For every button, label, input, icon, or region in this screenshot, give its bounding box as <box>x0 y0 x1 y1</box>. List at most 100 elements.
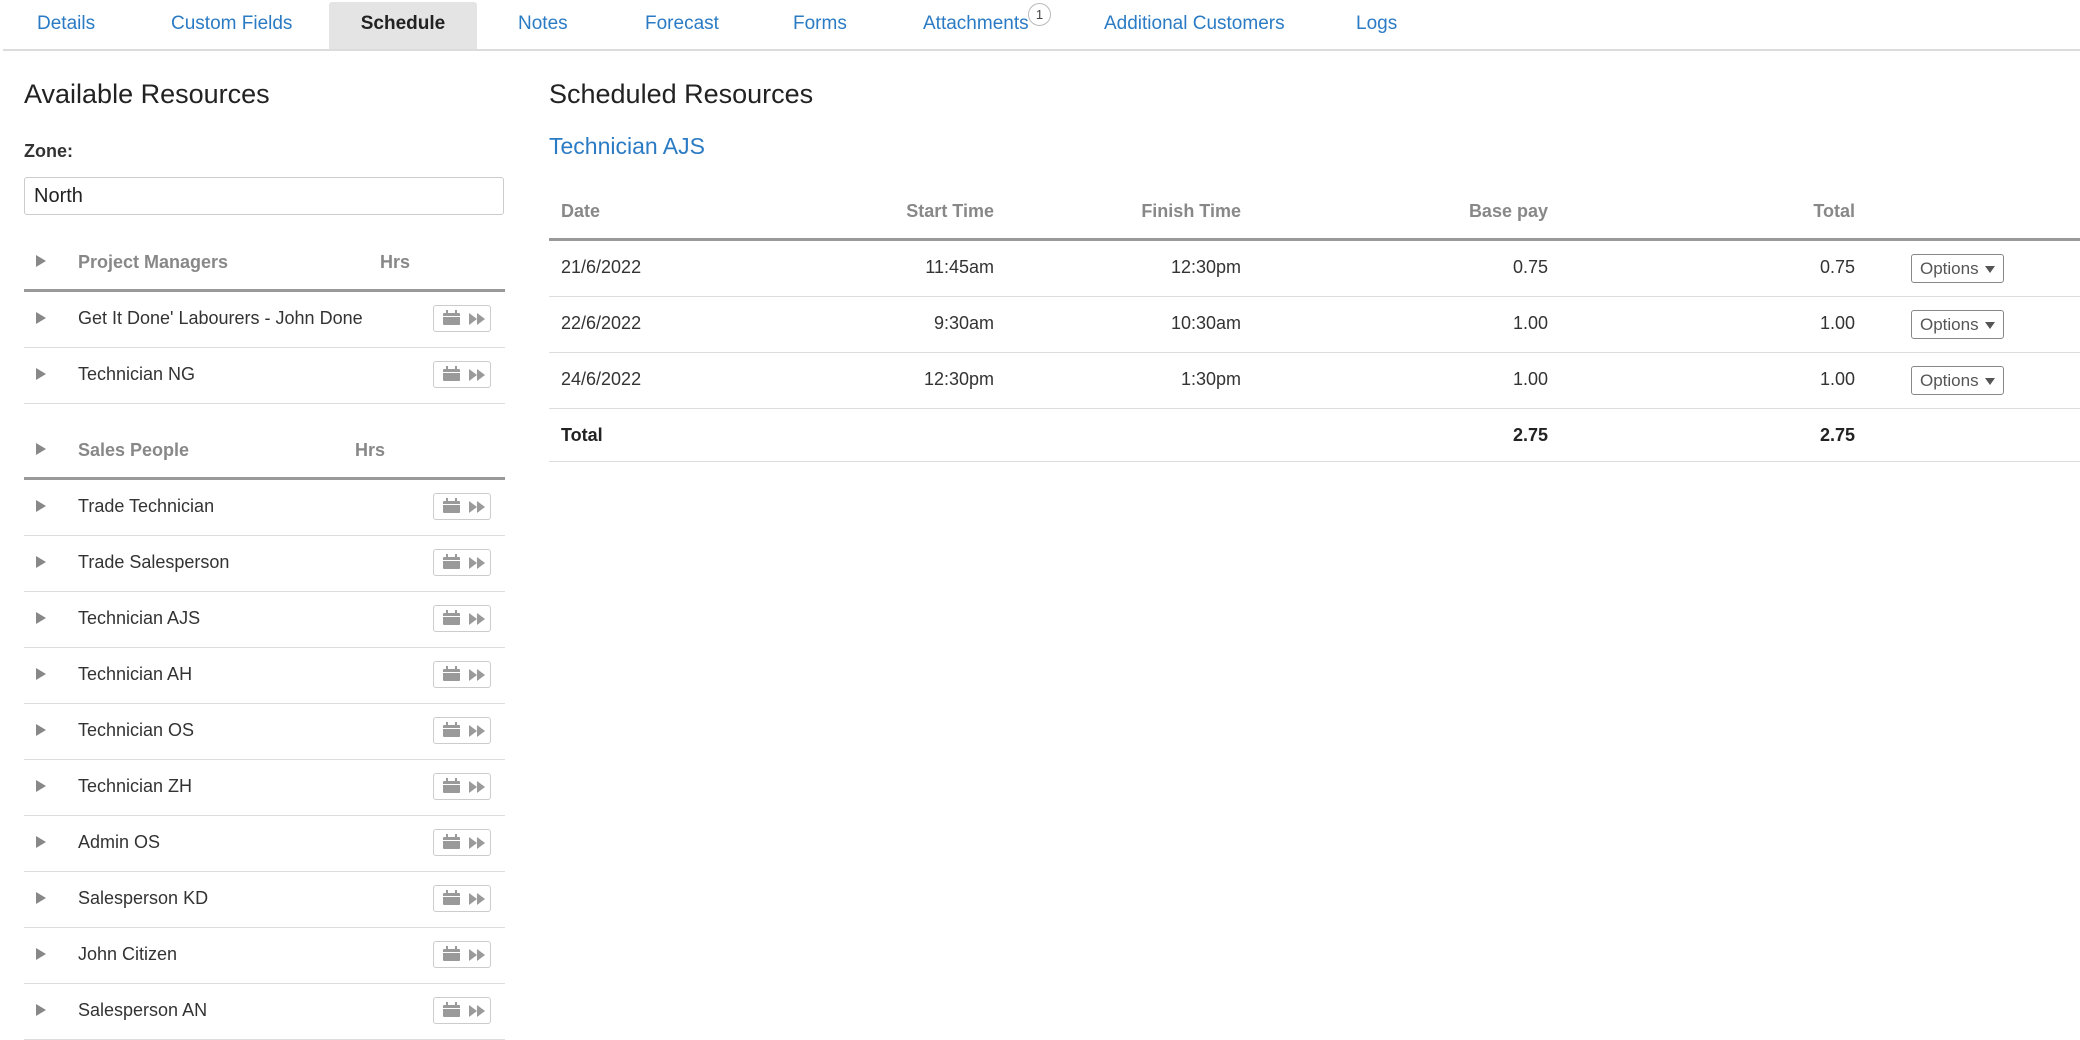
fast-forward-icon-part <box>477 313 485 325</box>
options-dropdown[interactable]: Options <box>1911 310 2004 339</box>
fast-forward-icon <box>469 369 477 381</box>
calendar-icon <box>443 834 460 849</box>
date-link[interactable]: 24/6/2022 <box>561 369 641 390</box>
project-managers-table: Project Managers Hrs Get It Done' Labour… <box>24 238 505 404</box>
expand-icon[interactable] <box>36 612 46 624</box>
tab-custom-fields[interactable]: Custom Fields <box>171 2 292 49</box>
resource-row: Technician OS <box>24 704 505 760</box>
caret-down-icon <box>1985 266 1995 273</box>
fast-forward-icon-part <box>477 781 485 793</box>
expand-icon[interactable] <box>36 836 46 848</box>
expand-all-icon[interactable] <box>36 443 46 455</box>
schedule-resource-button[interactable] <box>433 493 491 520</box>
expand-icon[interactable] <box>36 1004 46 1016</box>
tab-forms[interactable]: Forms <box>793 2 847 49</box>
calendar-icon <box>443 498 460 513</box>
hrs-header: Hrs <box>380 252 411 272</box>
tab-schedule[interactable]: Schedule <box>329 2 477 49</box>
tab-attachments[interactable]: Attachments <box>923 2 1029 49</box>
schedule-resource-button[interactable] <box>433 717 491 744</box>
resource-row: Get It Done' Labourers - John Done <box>24 292 505 348</box>
calendar-icon <box>443 946 460 961</box>
tab-forecast[interactable]: Forecast <box>645 2 719 49</box>
date-link[interactable]: 22/6/2022 <box>561 313 641 334</box>
zone-input[interactable]: North <box>24 177 504 215</box>
date-link[interactable]: 21/6/2022 <box>561 257 641 278</box>
expand-all-icon[interactable] <box>36 255 46 267</box>
schedule-resource-button[interactable] <box>433 829 491 856</box>
available-resources-heading: Available Resources <box>24 79 270 109</box>
schedule-resource-button[interactable] <box>433 773 491 800</box>
scheduled-table: Date Start Time Finish Time Base pay Tot… <box>549 186 2080 462</box>
fast-forward-icon-part <box>477 949 485 961</box>
schedule-resource-button[interactable] <box>433 997 491 1024</box>
fast-forward-icon-part <box>477 557 485 569</box>
schedule-resource-button[interactable] <box>433 941 491 968</box>
sales-people-header: Sales People Hrs <box>24 426 505 480</box>
fast-forward-icon-part <box>477 369 485 381</box>
expand-icon[interactable] <box>36 312 46 324</box>
fast-forward-icon-part <box>477 837 485 849</box>
expand-icon[interactable] <box>36 668 46 680</box>
total: 1.00 <box>1819 313 1855 333</box>
expand-icon[interactable] <box>36 892 46 904</box>
expand-icon[interactable] <box>36 500 46 512</box>
schedule-resource-button[interactable] <box>433 605 491 632</box>
resource-row: Admin OS <box>24 816 505 872</box>
calendar-icon <box>443 722 460 737</box>
scheduled-table-header: Date Start Time Finish Time Base pay Tot… <box>549 186 2080 241</box>
schedule-resource-button[interactable] <box>433 361 491 388</box>
sales-people-table: Sales People Hrs Trade Technician Trade … <box>24 426 505 1040</box>
fast-forward-icon <box>469 313 477 325</box>
tab-additional-customers[interactable]: Additional Customers <box>1104 2 1285 49</box>
calendar-icon <box>443 310 460 325</box>
expand-icon[interactable] <box>36 556 46 568</box>
options-label: Options <box>1920 259 1979 278</box>
fast-forward-icon-part <box>477 725 485 737</box>
resource-name: Admin OS <box>78 832 161 852</box>
scheduled-resource-link[interactable]: Technician AJS <box>549 133 705 160</box>
schedule-resource-button[interactable] <box>433 885 491 912</box>
tab-bar: Details Custom Fields Schedule Notes For… <box>3 0 2080 51</box>
resource-name: Technician ZH <box>78 776 193 796</box>
resource-row: Technician AJS <box>24 592 505 648</box>
base-pay-total: 2.75 <box>1512 425 1548 445</box>
total: 1.00 <box>1819 369 1855 389</box>
options-dropdown[interactable]: Options <box>1911 254 2004 283</box>
options-dropdown[interactable]: Options <box>1911 366 2004 395</box>
expand-icon[interactable] <box>36 368 46 380</box>
base-pay: 1.00 <box>1512 369 1548 389</box>
expand-icon[interactable] <box>36 724 46 736</box>
tab-logs[interactable]: Logs <box>1356 2 1397 49</box>
totals-row: Total 2.75 2.75 <box>549 409 2080 462</box>
resource-name: Technician OS <box>78 720 195 740</box>
table-row: 24/6/2022 12:30pm 1:30pm 1.00 1.00 Optio… <box>549 353 2080 409</box>
col-finish-time: Finish Time <box>1141 201 1241 221</box>
tab-notes[interactable]: Notes <box>518 2 568 49</box>
total: 0.75 <box>1819 257 1855 277</box>
expand-icon[interactable] <box>36 948 46 960</box>
attachments-count-badge: 1 <box>1028 3 1051 26</box>
schedule-resource-button[interactable] <box>433 661 491 688</box>
fast-forward-icon-part <box>477 613 485 625</box>
table-row: 22/6/2022 9:30am 10:30am 1.00 1.00 Optio… <box>549 297 2080 353</box>
calendar-icon <box>443 366 460 381</box>
tab-details[interactable]: Details <box>37 2 95 49</box>
calendar-icon <box>443 1002 460 1017</box>
resource-name: Technician AH <box>78 664 193 684</box>
resource-name: Salesperson KD <box>78 888 209 908</box>
resource-row: Trade Salesperson <box>24 536 505 592</box>
base-pay: 0.75 <box>1512 257 1548 277</box>
fast-forward-icon <box>469 893 477 905</box>
fast-forward-icon <box>469 837 477 849</box>
fast-forward-icon <box>469 1005 477 1017</box>
resource-row: Technician NG <box>24 348 505 404</box>
calendar-icon <box>443 610 460 625</box>
schedule-resource-button[interactable] <box>433 549 491 576</box>
finish-time: 12:30pm <box>1170 257 1241 277</box>
expand-icon[interactable] <box>36 780 46 792</box>
group-title: Sales People <box>78 440 190 460</box>
start-time: 11:45am <box>925 257 994 277</box>
schedule-resource-button[interactable] <box>433 305 491 332</box>
resource-row: John Citizen <box>24 928 505 984</box>
